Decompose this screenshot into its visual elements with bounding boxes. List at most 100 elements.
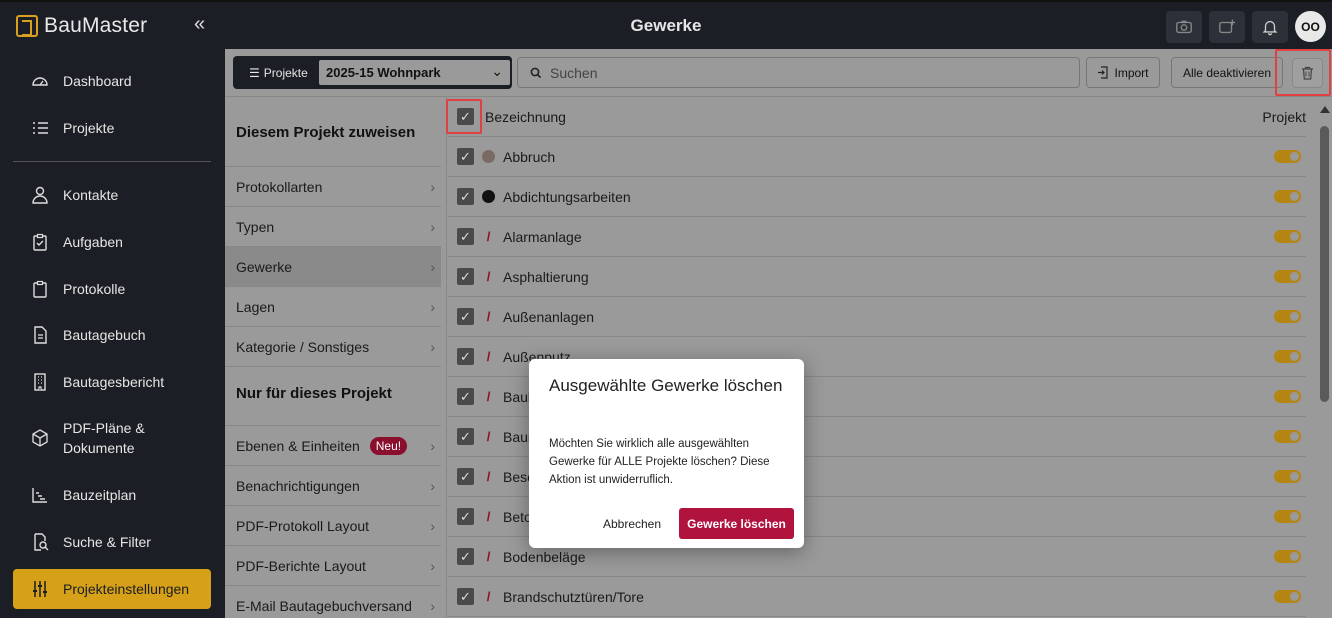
row-name: Brandschutztüren/Tore <box>503 588 644 605</box>
sidebar-item-aufgaben[interactable]: Aufgaben <box>13 222 211 262</box>
settings-item-kategorie[interactable]: Kategorie / Sonstiges › <box>225 327 441 367</box>
sidebar-item-label: Projekteinstellungen <box>63 581 190 597</box>
row-checkbox[interactable]: ✓ <box>457 588 474 605</box>
chevron-right-icon: › <box>430 339 435 355</box>
column-header-name: Bezeichnung <box>485 108 566 125</box>
settings-item-typen[interactable]: Typen › <box>225 207 441 247</box>
confirm-delete-button[interactable]: Gewerke löschen <box>679 508 794 539</box>
scroll-up-icon[interactable] <box>1320 106 1330 113</box>
notifications-button[interactable] <box>1252 11 1288 43</box>
import-icon <box>1098 66 1109 79</box>
row-checkbox[interactable]: ✓ <box>457 228 474 245</box>
sidebar-item-label: Suche & Filter <box>63 534 151 550</box>
settings-item-lagen[interactable]: Lagen › <box>225 287 441 327</box>
row-checkbox[interactable]: ✓ <box>457 268 474 285</box>
sidebar-item-label: Dashboard <box>63 73 132 89</box>
row-checkbox[interactable]: ✓ <box>457 508 474 525</box>
project-toggle[interactable] <box>1274 550 1301 563</box>
sidebar-item-projekte[interactable]: Projekte <box>13 108 211 148</box>
sidebar-item-projekteinstellungen[interactable]: Projekteinstellungen <box>13 569 211 609</box>
add-photo-button[interactable] <box>1209 11 1245 43</box>
row-checkbox[interactable]: ✓ <box>457 468 474 485</box>
sidebar-item-label: PDF-Pläne & Dokumente <box>63 418 145 458</box>
item-label: Protokollarten <box>236 178 323 195</box>
project-toggle[interactable] <box>1274 150 1301 163</box>
settings-item-pdf-protokoll[interactable]: PDF-Protokoll Layout › <box>225 506 441 546</box>
list-icon: ☰ <box>249 65 260 80</box>
row-checkbox[interactable]: ✓ <box>457 308 474 325</box>
project-toggle[interactable] <box>1274 390 1301 403</box>
no-color-icon: / <box>486 429 491 444</box>
building-icon <box>34 373 46 391</box>
settings-item-email-versand[interactable]: E-Mail Bautagebuchversand › <box>225 586 441 618</box>
project-dropdown[interactable]: 2025-15 Wohnpark ⌄ <box>319 60 510 85</box>
project-toggle[interactable] <box>1274 470 1301 483</box>
row-checkbox[interactable]: ✓ <box>457 548 474 565</box>
list-row[interactable]: ✓ Abbruch <box>448 137 1306 177</box>
sidebar-item-pdf-plaene[interactable]: PDF-Pläne & Dokumente <box>13 414 211 462</box>
sidebar-item-suche-filter[interactable]: Suche & Filter <box>13 522 211 562</box>
sidebar-item-label: Aufgaben <box>63 234 123 250</box>
project-toggle[interactable] <box>1274 430 1301 443</box>
project-toggle[interactable] <box>1274 590 1301 603</box>
item-label: Gewerke <box>236 258 293 275</box>
sidebar-item-label: Bautagesbericht <box>63 374 165 390</box>
label-line-2: Dokumente <box>63 440 135 456</box>
deactivate-all-button[interactable]: Alle deaktivieren <box>1171 57 1283 88</box>
project-toggle[interactable] <box>1274 350 1301 363</box>
brand-logo[interactable]: BauMaster <box>16 14 147 38</box>
sidebar-divider <box>13 161 211 162</box>
row-checkbox[interactable]: ✓ <box>457 188 474 205</box>
sidebar: Dashboard Projekte Kontakte Aufgaben Pro… <box>0 49 225 618</box>
row-checkbox[interactable]: ✓ <box>457 348 474 365</box>
chevron-right-icon: › <box>430 259 435 275</box>
project-toggle[interactable] <box>1274 510 1301 523</box>
project-toggle[interactable] <box>1274 310 1301 323</box>
search-input[interactable] <box>550 64 1050 81</box>
list-row[interactable]: ✓ / Brandschutztüren/Tore <box>448 577 1306 617</box>
list-row[interactable]: ✓ / Asphaltierung <box>448 257 1306 297</box>
row-checkbox[interactable]: ✓ <box>457 388 474 405</box>
camera-button[interactable] <box>1166 11 1202 43</box>
sidebar-item-dashboard[interactable]: Dashboard <box>13 61 211 101</box>
list-row[interactable]: ✓ / Alarmanlage <box>448 217 1306 257</box>
sidebar-item-bauzeitplan[interactable]: Bauzeitplan <box>13 475 211 515</box>
no-color-icon: / <box>486 269 491 284</box>
sidebar-item-protokolle[interactable]: Protokolle <box>13 269 211 309</box>
app-window: BauMaster « Gewerke OO Dashboard Projekt… <box>0 0 1332 618</box>
item-label: Kategorie / Sonstiges <box>236 338 370 355</box>
row-checkbox[interactable]: ✓ <box>457 428 474 445</box>
chevron-right-icon: › <box>430 219 435 235</box>
select-all-checkbox[interactable]: ✓ <box>457 108 474 125</box>
settings-item-benachrichtigungen[interactable]: Benachrichtigungen › <box>225 466 441 506</box>
settings-nav: Diesem Projekt zuweisen Protokollarten › … <box>225 97 447 618</box>
cancel-button[interactable]: Abbrechen <box>592 508 672 539</box>
row-name: Bodenbeläge <box>503 548 586 565</box>
sidebar-item-bautagebuch[interactable]: Bautagebuch <box>13 315 211 355</box>
settings-item-pdf-berichte[interactable]: PDF-Berichte Layout › <box>225 546 441 586</box>
no-color-icon: / <box>486 589 491 604</box>
delete-button[interactable] <box>1292 58 1323 88</box>
list-row[interactable]: ✓ Abdichtungsarbeiten <box>448 177 1306 217</box>
collapse-sidebar-icon[interactable]: « <box>194 14 205 34</box>
project-selector[interactable]: ☰ Projekte 2025-15 Wohnpark ⌄ <box>233 56 512 89</box>
project-toggle[interactable] <box>1274 190 1301 203</box>
user-avatar[interactable]: OO <box>1295 11 1326 42</box>
sidebar-item-label: Bautagebuch <box>63 327 146 343</box>
gauge-icon <box>32 77 48 86</box>
search-field[interactable] <box>517 57 1080 88</box>
scrollbar[interactable] <box>1318 104 1332 618</box>
sidebar-item-kontakte[interactable]: Kontakte <box>13 175 211 215</box>
settings-item-protokollarten[interactable]: Protokollarten › <box>225 167 441 207</box>
scroll-thumb[interactable] <box>1320 126 1329 402</box>
list-row[interactable]: ✓ / Außenanlagen <box>448 297 1306 337</box>
import-button[interactable]: Import <box>1086 57 1160 88</box>
settings-item-ebenen[interactable]: Ebenen & Einheiten Neu! › <box>225 426 441 466</box>
project-toggle[interactable] <box>1274 270 1301 283</box>
settings-item-gewerke[interactable]: Gewerke › <box>225 247 441 287</box>
sidebar-item-bautagesbericht[interactable]: Bautagesbericht <box>13 362 211 402</box>
chevron-right-icon: › <box>430 558 435 574</box>
project-toggle[interactable] <box>1274 230 1301 243</box>
no-color-icon: / <box>486 509 491 524</box>
row-checkbox[interactable]: ✓ <box>457 148 474 165</box>
